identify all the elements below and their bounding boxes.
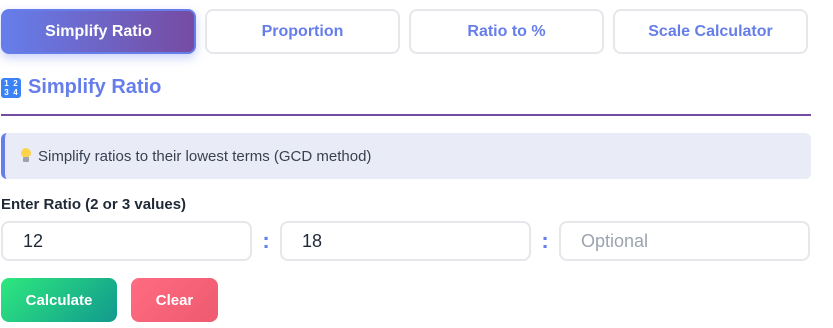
ratio-inputs: : : (1, 221, 811, 261)
input-numbers-icon: 1234 (1, 77, 21, 98)
tab-bar: Simplify Ratio Proportion Ratio to % Sca… (1, 9, 808, 54)
clear-button[interactable]: Clear (131, 278, 218, 322)
ratio-value-2-input[interactable] (280, 221, 531, 261)
light-bulb-icon (20, 148, 32, 164)
tab-proportion[interactable]: Proportion (205, 9, 400, 54)
tab-scale-calculator[interactable]: Scale Calculator (613, 9, 808, 54)
tab-ratio-to-percent[interactable]: Ratio to % (409, 9, 604, 54)
ratio-value-3-input[interactable] (559, 221, 810, 261)
section-divider (1, 114, 811, 116)
ratio-calculator: Simplify Ratio Proportion Ratio to % Sca… (0, 0, 833, 328)
info-text: Simplify ratios to their lowest terms (G… (38, 147, 372, 165)
ratio-input-label: Enter Ratio (2 or 3 values) (1, 196, 187, 213)
section-title: Simplify Ratio (28, 76, 162, 98)
info-box: Simplify ratios to their lowest terms (G… (1, 133, 811, 179)
calculate-button[interactable]: Calculate (1, 278, 117, 322)
section-heading: 1234 Simplify Ratio (1, 76, 161, 99)
ratio-separator: : (262, 228, 270, 253)
tab-simplify-ratio[interactable]: Simplify Ratio (1, 9, 196, 54)
ratio-value-1-input[interactable] (1, 221, 252, 261)
ratio-separator: : (541, 228, 549, 253)
